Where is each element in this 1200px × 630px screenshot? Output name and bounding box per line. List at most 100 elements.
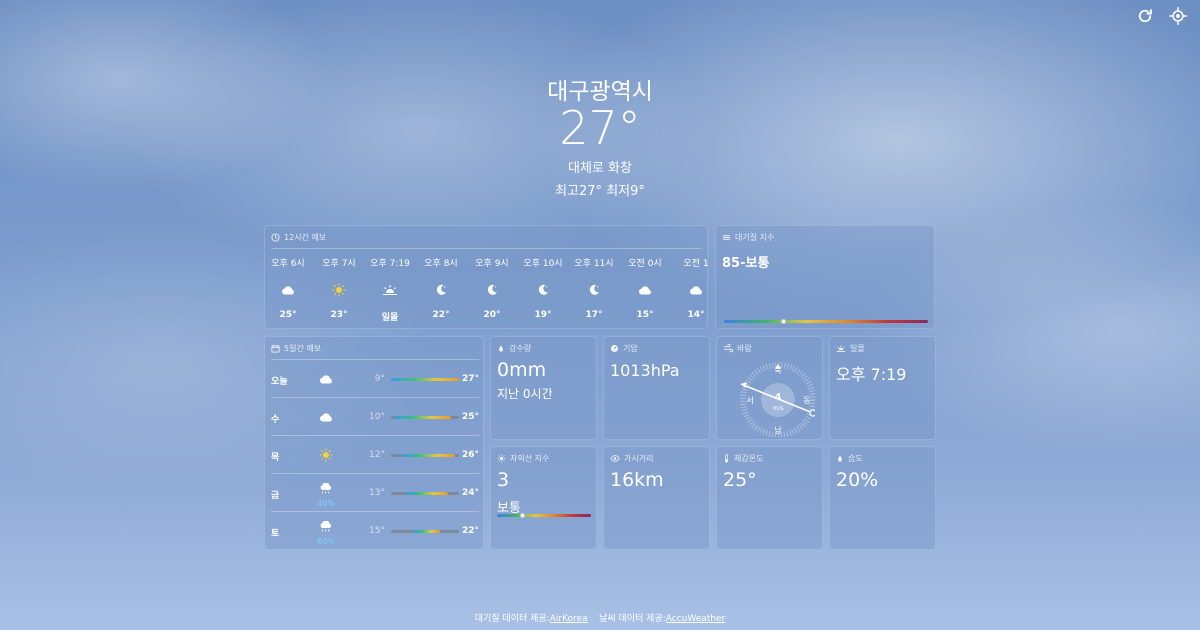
hourly-time: 오전 0시 [628, 259, 662, 269]
location-target-icon[interactable] [1168, 6, 1188, 26]
sun-icon [497, 454, 506, 463]
daily-precip-chance: 60% [317, 537, 335, 546]
daily-temp-range-bar [391, 454, 459, 457]
daily-row: 목 12° 26° [271, 435, 479, 473]
hourly-item: 오후 9시 20° [469, 256, 515, 320]
calendar-icon [271, 344, 280, 353]
raindrop-icon [499, 345, 503, 352]
weather-data-credit: 날씨 데이터 제공: [599, 614, 666, 624]
cloud-icon [265, 276, 311, 304]
moon-icon [571, 276, 617, 304]
humidity-card: 습도 20% [829, 446, 936, 550]
sunset-title: 일몰 [850, 344, 865, 353]
hourly-item: 오후 10시 19° [520, 256, 566, 320]
wind-card: 바람 북 남 동 서 4 m/s [716, 336, 823, 440]
daily-day: 오늘 [271, 377, 288, 387]
sunset-card: 일몰 오후 7:19 [829, 336, 936, 440]
uv-value: 3 [497, 469, 510, 491]
humidity-value: 20% [836, 469, 879, 491]
clock-icon [271, 233, 280, 242]
hourly-time: 오후 8시 [424, 259, 458, 269]
feels-like-card: 체감온도 25° [716, 446, 823, 550]
uv-indicator [520, 513, 526, 518]
hourly-time: 오후 7:19 [370, 259, 410, 269]
wind-icon [723, 344, 733, 353]
hourly-temp: 25° [279, 310, 297, 320]
visibility-value: 16km [610, 469, 664, 491]
sunset-icon [836, 345, 846, 352]
daily-high: 27° [461, 374, 479, 384]
sunset-icon [367, 276, 413, 304]
precipitation-title: 강수량 [509, 344, 532, 353]
visibility-title: 가시거리 [624, 454, 654, 463]
daily-high: 25° [461, 412, 479, 422]
hourly-time: 오후 7시 [322, 259, 356, 269]
daily-low: 15° [369, 526, 385, 536]
cloud-icon [315, 368, 337, 390]
daily-high: 26° [461, 450, 479, 460]
hourly-forecast-card: 12시간 예보 오후 6시 25° 오후 7시 23° 오후 7:19 일몰 오후 8시 22… [264, 225, 709, 329]
daily-row: 수 10° 25° [271, 397, 479, 435]
footer-credits: 대기질 데이터 제공:AirKorea 날씨 데이터 제공:AccuWeathe… [0, 611, 1200, 624]
current-temperature: 27° [559, 101, 641, 155]
moon-icon [469, 276, 515, 304]
wind-title: 바람 [737, 344, 752, 353]
divider [271, 248, 701, 249]
daily-temp-range-bar [391, 530, 459, 533]
hourly-temp: 20° [483, 310, 501, 320]
precipitation-period: 지난 0시간 [497, 387, 553, 401]
precipitation-card: 강수량 0mm 지난 0시간 [490, 336, 597, 440]
compass-south: 남 [774, 426, 782, 435]
compass-east: 동 [803, 396, 810, 405]
refresh-icon[interactable] [1135, 6, 1155, 26]
daily-day: 토 [271, 529, 280, 539]
feels-like-value: 25° [723, 469, 757, 491]
hourly-item: 오후 6시 25° [265, 256, 311, 320]
precipitation-value: 0mm [497, 359, 547, 381]
daily-temp-range-bar [391, 416, 459, 419]
air-quality-card: 대기질 지수 85-보통 [715, 225, 935, 329]
daily-day: 목 [271, 453, 280, 463]
hourly-item: 오후 8시 22° [418, 256, 464, 320]
air-quality-scale [724, 320, 928, 323]
daily-forecast-card: 5일간 예보 오늘 9° 27° 수 10° 25° 목 12° 26° 금 40% 13° 24° 토 6… [264, 336, 484, 550]
daily-low: 10° [369, 412, 385, 422]
hourly-temp: 14° [687, 310, 705, 320]
daily-row: 오늘 9° 27° [271, 359, 479, 397]
daily-precip-chance: 40% [317, 499, 335, 508]
wind-unit: m/s [773, 405, 784, 412]
air-data-credit: 대기질 데이터 제공: [474, 614, 550, 624]
daily-day: 수 [271, 415, 280, 425]
moon-icon [520, 276, 566, 304]
daily-temp-range-bar [391, 492, 459, 495]
uv-scale [497, 514, 591, 517]
daily-temp-range-bar [391, 378, 459, 381]
haze-icon [722, 235, 731, 240]
pressure-title: 기압 [623, 344, 638, 353]
visibility-card: 가시거리 16km [603, 446, 710, 550]
humidity-title: 습도 [848, 454, 863, 463]
hourly-item: 오후 7시 23° [316, 256, 362, 320]
hourly-time: 오후 10시 [523, 259, 563, 269]
humidity-icon [838, 455, 842, 462]
hourly-temp: 22° [432, 310, 450, 320]
hourly-item: 오후 11시 17° [571, 256, 617, 320]
cloud-icon [673, 276, 719, 304]
hourly-temp: 일몰 [381, 313, 399, 323]
daily-high: 22° [461, 526, 479, 536]
daily-high: 24° [461, 488, 479, 498]
cloud-icon [315, 406, 337, 428]
sun-icon [316, 276, 362, 304]
wind-compass: 북 남 동 서 4 m/s [740, 362, 815, 437]
gauge-icon [610, 344, 619, 353]
air-quality-title: 대기질 지수 [735, 233, 775, 242]
accuweather-link[interactable]: AccuWeather [666, 614, 726, 624]
hourly-time: 오후 11시 [574, 259, 614, 269]
hourly-time: 오후 9시 [475, 259, 509, 269]
daily-row: 토 60% 15° 22° [271, 511, 479, 549]
hourly-item: 오후 7:19 일몰 [367, 256, 413, 323]
hourly-temp: 23° [330, 310, 348, 320]
feels-like-title: 체감온도 [734, 454, 764, 463]
uv-index-card: 자외선 지수 3 보통 [490, 446, 597, 550]
airkorea-link[interactable]: AirKorea [550, 614, 588, 624]
